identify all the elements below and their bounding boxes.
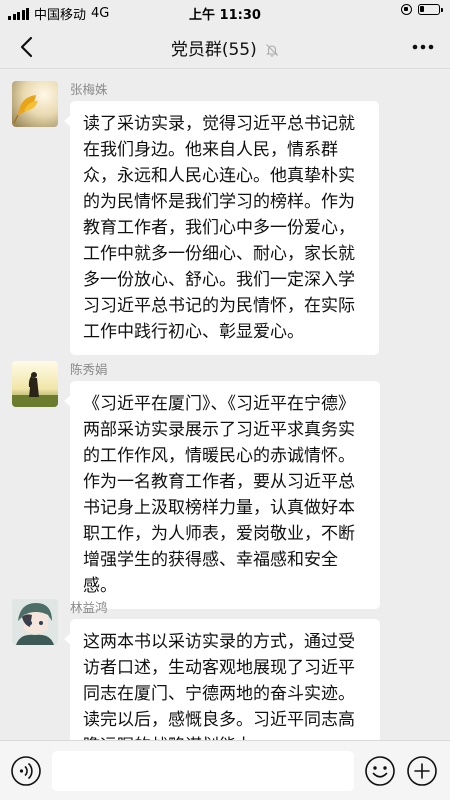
battery-icon [418,4,443,15]
message-bubble[interactable]: 读了采访实录，觉得习近平总书记就在我们身边。他来自人民，情系群众，永远和人民心连… [64,101,379,355]
anime-character-avatar [12,599,58,645]
status-bar: 中国移动 4G 上午 11:30 [0,0,450,24]
avatar[interactable] [12,81,58,127]
plus-icon [407,756,437,786]
input-bar [0,740,450,800]
sunset-silhouette-photo [12,361,58,407]
message-bubble[interactable]: 《习近平在厦门》、《习近平在宁德》两部采访实录展示了习近平求真务实的工作作风，情… [64,381,380,609]
more-actions-button[interactable] [406,755,438,787]
more-button[interactable] [410,34,436,60]
more-dots-icon [412,44,434,50]
message-input[interactable] [52,751,354,791]
message-bubble[interactable]: 这两本书以采访实录的方式，通过受访者口述，生动客观地展现了习近平同志在厦门、宁德… [64,619,380,740]
sender-name: 林益鸿 [70,600,108,615]
ginkgo-leaf-photo [12,81,58,127]
avatar[interactable] [12,599,58,645]
status-time: 上午 11:30 [189,8,261,23]
message-list[interactable]: 张梅姝 读了采访实录，觉得习近平总书记就在我们身边。他来自人民，情系群众，永远和… [0,69,450,740]
status-right [401,4,443,15]
sender-name: 张梅姝 [70,82,108,97]
voice-button[interactable] [10,755,42,787]
rotation-lock-icon [401,4,412,15]
nav-bar: 党员群(55) [0,24,450,69]
chat-screen: 中国移动 4G 上午 11:30 党员群(55) 张梅姝 读了采访实录，觉得习近… [0,0,450,800]
voice-icon [11,756,41,786]
emoji-button[interactable] [364,755,396,787]
group-name: 党员群(55) [170,40,257,60]
emoji-icon [365,756,395,786]
avatar[interactable] [12,361,58,407]
chat-title: 党员群(55) [0,35,450,60]
mute-bell-icon [266,44,279,57]
sender-name: 陈秀娟 [70,362,108,377]
